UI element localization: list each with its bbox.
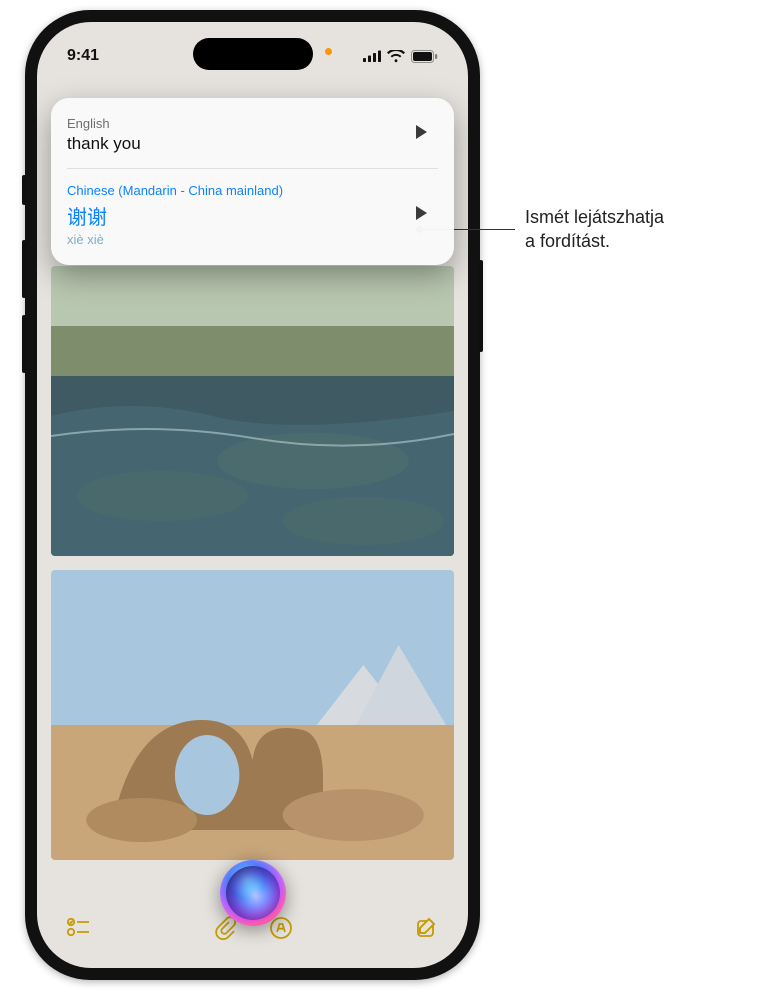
background-photo-desert-arch bbox=[51, 570, 454, 860]
siri-translation-card: English thank you Chinese (Mandarin - Ch… bbox=[51, 98, 454, 265]
target-language-label: Chinese (Mandarin - China mainland) bbox=[67, 183, 283, 200]
markup-icon bbox=[269, 916, 293, 945]
side-button bbox=[479, 260, 483, 352]
wifi-icon bbox=[387, 50, 405, 63]
translation-target-row: Chinese (Mandarin - China mainland) 谢谢 x… bbox=[67, 179, 438, 252]
siri-orb[interactable] bbox=[220, 860, 286, 926]
battery-icon bbox=[411, 50, 438, 63]
translation-source-row: English thank you bbox=[67, 112, 438, 158]
markup-button[interactable] bbox=[268, 917, 294, 943]
card-divider bbox=[67, 168, 438, 169]
microphone-indicator-dot bbox=[325, 48, 332, 55]
source-language-label: English bbox=[67, 116, 141, 132]
play-icon bbox=[414, 205, 428, 226]
play-source-button[interactable] bbox=[404, 118, 438, 152]
iphone-frame: 9:41 bbox=[25, 10, 480, 980]
play-translation-button[interactable] bbox=[404, 198, 438, 232]
compose-button[interactable] bbox=[414, 917, 440, 943]
callout: Ismét lejátszhatja a fordítást. bbox=[420, 205, 750, 254]
status-right-cluster bbox=[363, 50, 438, 63]
target-romanization: xiè xiè bbox=[67, 232, 283, 247]
background-photo-river bbox=[51, 266, 454, 556]
target-text: 谢谢 bbox=[67, 201, 283, 230]
callout-line-1: Ismét lejátszhatja bbox=[525, 207, 664, 227]
status-time: 9:41 bbox=[67, 47, 99, 65]
compose-icon bbox=[415, 916, 439, 945]
attach-button[interactable] bbox=[212, 917, 238, 943]
translation-target-block: Chinese (Mandarin - China mainland) 谢谢 x… bbox=[67, 183, 283, 248]
iphone-screen: 9:41 bbox=[37, 22, 468, 968]
callout-line-2: a fordítást. bbox=[525, 231, 610, 251]
cellular-icon bbox=[363, 50, 381, 62]
translation-source-block: English thank you bbox=[67, 116, 141, 154]
volume-up-button bbox=[22, 240, 26, 298]
checklist-button[interactable] bbox=[65, 917, 91, 943]
volume-down-button bbox=[22, 315, 26, 373]
checklist-icon bbox=[66, 917, 90, 944]
figure-stage: 9:41 bbox=[0, 0, 761, 1008]
silent-switch bbox=[22, 175, 26, 205]
callout-text: Ismét lejátszhatja a fordítást. bbox=[525, 205, 664, 254]
paperclip-icon bbox=[214, 916, 236, 945]
source-text: thank you bbox=[67, 134, 141, 154]
play-icon bbox=[414, 124, 428, 145]
dynamic-island bbox=[193, 38, 313, 70]
